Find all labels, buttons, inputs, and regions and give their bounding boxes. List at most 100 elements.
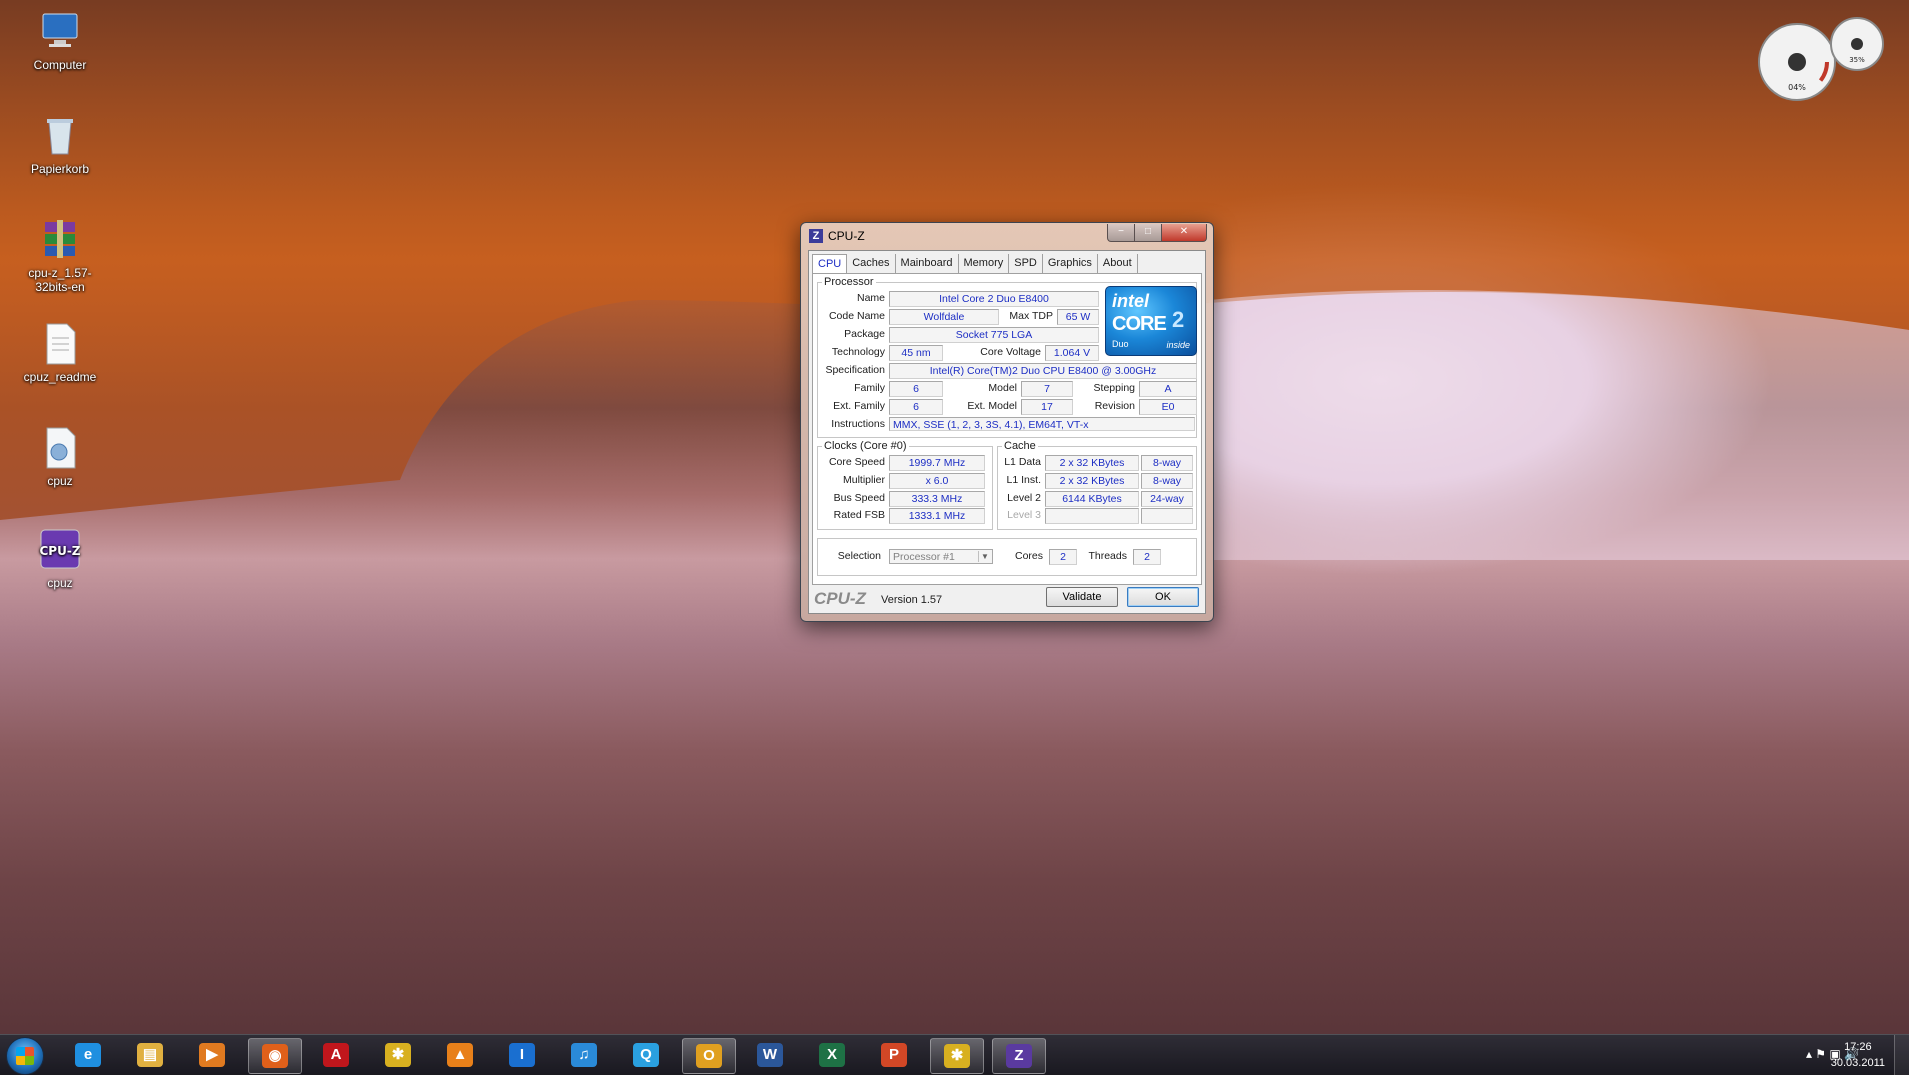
model-label: Model — [988, 382, 1017, 394]
desktop-icon-cpuz-ini[interactable]: cpuz — [12, 424, 108, 488]
powerpoint-icon: P — [881, 1043, 907, 1067]
ok-button[interactable]: OK — [1127, 587, 1199, 607]
l1data-value: 2 x 32 KBytes — [1045, 455, 1139, 471]
desktop-icon-label: cpuz — [47, 576, 73, 590]
threads-value: 2 — [1133, 549, 1161, 565]
itunes-icon: ♫ — [571, 1043, 597, 1067]
text-editor-icon: I — [509, 1043, 535, 1067]
cache-legend: Cache — [1004, 440, 1036, 452]
extfamily-value: 6 — [889, 399, 943, 415]
desktop-icon-label: cpu-z_1.57-32bits-en — [28, 266, 92, 294]
clock-time: 17:26 — [1844, 1041, 1872, 1053]
technology-value: 45 nm — [889, 345, 943, 361]
tab-mainboard[interactable]: Mainboard — [896, 254, 959, 273]
taskbar-button-windows-explorer[interactable]: ▤ — [124, 1038, 176, 1072]
cpuz-title-icon: Z — [809, 229, 823, 243]
window-title: CPU-Z — [828, 229, 865, 243]
processor-select-value: Processor #1 — [893, 551, 955, 563]
taskbar-button-excel[interactable]: X — [806, 1038, 858, 1072]
cpu-meter-gadget[interactable]: 04% 35% — [1749, 14, 1889, 104]
taskbar-button-media-player[interactable]: ▶ — [186, 1038, 238, 1072]
cpuz-window[interactable]: Z CPU-Z − □ ✕ CPU Caches Mainboard Memor… — [800, 222, 1214, 622]
l1inst-value: 2 x 32 KBytes — [1045, 473, 1139, 489]
desktop-icon-archive[interactable]: cpu-z_1.57-32bits-en — [12, 216, 108, 294]
validate-button[interactable]: Validate — [1046, 587, 1118, 607]
tab-caches[interactable]: Caches — [847, 254, 896, 273]
multiplier-label: Multiplier — [842, 474, 885, 486]
processor-select[interactable]: Processor #1 ▼ — [889, 549, 993, 564]
multiplier-value: x 6.0 — [889, 473, 985, 489]
system-clock[interactable]: 17:26 30.03.2011 — [1831, 1039, 1885, 1071]
instructions-label: Instructions — [831, 418, 885, 430]
package-label: Package — [844, 328, 885, 340]
show-desktop-button[interactable] — [1894, 1035, 1909, 1075]
specification-value: Intel(R) Core(TM)2 Duo CPU E8400 @ 3.00G… — [889, 363, 1197, 379]
title-bar[interactable]: Z CPU-Z − □ ✕ — [801, 223, 1213, 249]
desktop-icon-computer[interactable]: Computer — [12, 8, 108, 72]
desktop-icon-label: cpuz — [47, 474, 73, 488]
stepping-label: Stepping — [1093, 382, 1135, 394]
taskbar-button-text-editor[interactable]: I — [496, 1038, 548, 1072]
intel-core2-duo-logo: intel CORE 2 Duo inside — [1105, 286, 1197, 356]
clock-date: 30.03.2011 — [1830, 1057, 1885, 1069]
level2-value: 6144 KBytes — [1045, 491, 1139, 507]
busspeed-label: Bus Speed — [833, 492, 885, 504]
taskbar-button-firefox[interactable]: ◉ — [248, 1038, 302, 1074]
taskbar-button-powerpoint[interactable]: P — [868, 1038, 920, 1072]
settings-file-icon — [46, 427, 76, 469]
taskbar-button-msn-messenger[interactable]: ✱ — [930, 1038, 984, 1074]
taskbar-button-itunes[interactable]: ♫ — [558, 1038, 610, 1072]
cpuz-app-icon: Z — [1006, 1044, 1032, 1068]
level2-assoc: 24-way — [1141, 491, 1193, 507]
minimize-button[interactable]: − — [1107, 224, 1135, 242]
taskbar-button-word[interactable]: W — [744, 1038, 796, 1072]
outlook-icon: O — [696, 1044, 722, 1068]
instructions-value: MMX, SSE (1, 2, 3, 3S, 4.1), EM64T, VT-x — [889, 417, 1195, 431]
recycle-bin-icon — [47, 119, 73, 155]
maximize-button[interactable]: □ — [1134, 224, 1162, 242]
cores-value: 2 — [1049, 549, 1077, 565]
threads-label: Threads — [1088, 550, 1127, 562]
family-label: Family — [854, 382, 885, 394]
desktop-icon-cpuz-exe[interactable]: CPU-Z cpuz — [12, 526, 108, 590]
name-label: Name — [856, 292, 885, 304]
desktop-icon-label: cpuz_readme — [23, 370, 97, 384]
taskbar-button-cpuz-app[interactable]: Z — [992, 1038, 1046, 1074]
acrobat-reader-icon: A — [323, 1043, 349, 1067]
busspeed-value: 333.3 MHz — [889, 491, 985, 507]
search-app-icon: Q — [633, 1043, 659, 1067]
start-button[interactable] — [6, 1037, 44, 1075]
technology-label: Technology — [831, 346, 885, 358]
taskbar-button-internet-explorer[interactable]: e — [62, 1038, 114, 1072]
tab-spd[interactable]: SPD — [1009, 254, 1043, 273]
gadget-cpu-value: 04% — [1788, 83, 1806, 92]
corespeed-value: 1999.7 MHz — [889, 455, 985, 471]
maxtdp-label: Max TDP — [1009, 310, 1053, 322]
desktop-icon-readme[interactable]: cpuz_readme — [12, 320, 108, 384]
tab-about[interactable]: About — [1098, 254, 1138, 273]
taskbar-button-msn-messenger[interactable]: ✱ — [372, 1038, 424, 1072]
name-value: Intel Core 2 Duo E8400 — [889, 291, 1099, 307]
ratedfsb-label: Rated FSB — [833, 509, 885, 521]
specification-label: Specification — [825, 364, 885, 376]
svg-text:CPU-Z: CPU-Z — [39, 544, 80, 558]
l1data-label: L1 Data — [1004, 456, 1041, 468]
processor-legend: Processor — [824, 276, 874, 288]
level3-label: Level 3 — [1007, 509, 1041, 521]
desktop-icon-recycle-bin[interactable]: Papierkorb — [12, 112, 108, 176]
selection-label: Selection — [837, 550, 881, 562]
taskbar-button-search-app[interactable]: Q — [620, 1038, 672, 1072]
taskbar-button-outlook[interactable]: O — [682, 1038, 736, 1074]
level2-label: Level 2 — [1007, 492, 1041, 504]
taskbar-button-acrobat-reader[interactable]: A — [310, 1038, 362, 1072]
tab-cpu[interactable]: CPU — [812, 254, 848, 274]
level3-value — [1045, 508, 1139, 524]
tab-graphics[interactable]: Graphics — [1043, 254, 1098, 273]
winrar-archive-icon — [45, 220, 75, 258]
taskbar-button-vlc[interactable]: ▲ — [434, 1038, 486, 1072]
model-value: 7 — [1021, 381, 1073, 397]
cpu-tab-panel: Processor Name Intel Core 2 Duo E8400 Co… — [812, 273, 1202, 585]
tab-memory[interactable]: Memory — [959, 254, 1010, 273]
close-button[interactable]: ✕ — [1161, 224, 1207, 242]
chevron-down-icon[interactable]: ▼ — [978, 551, 991, 562]
